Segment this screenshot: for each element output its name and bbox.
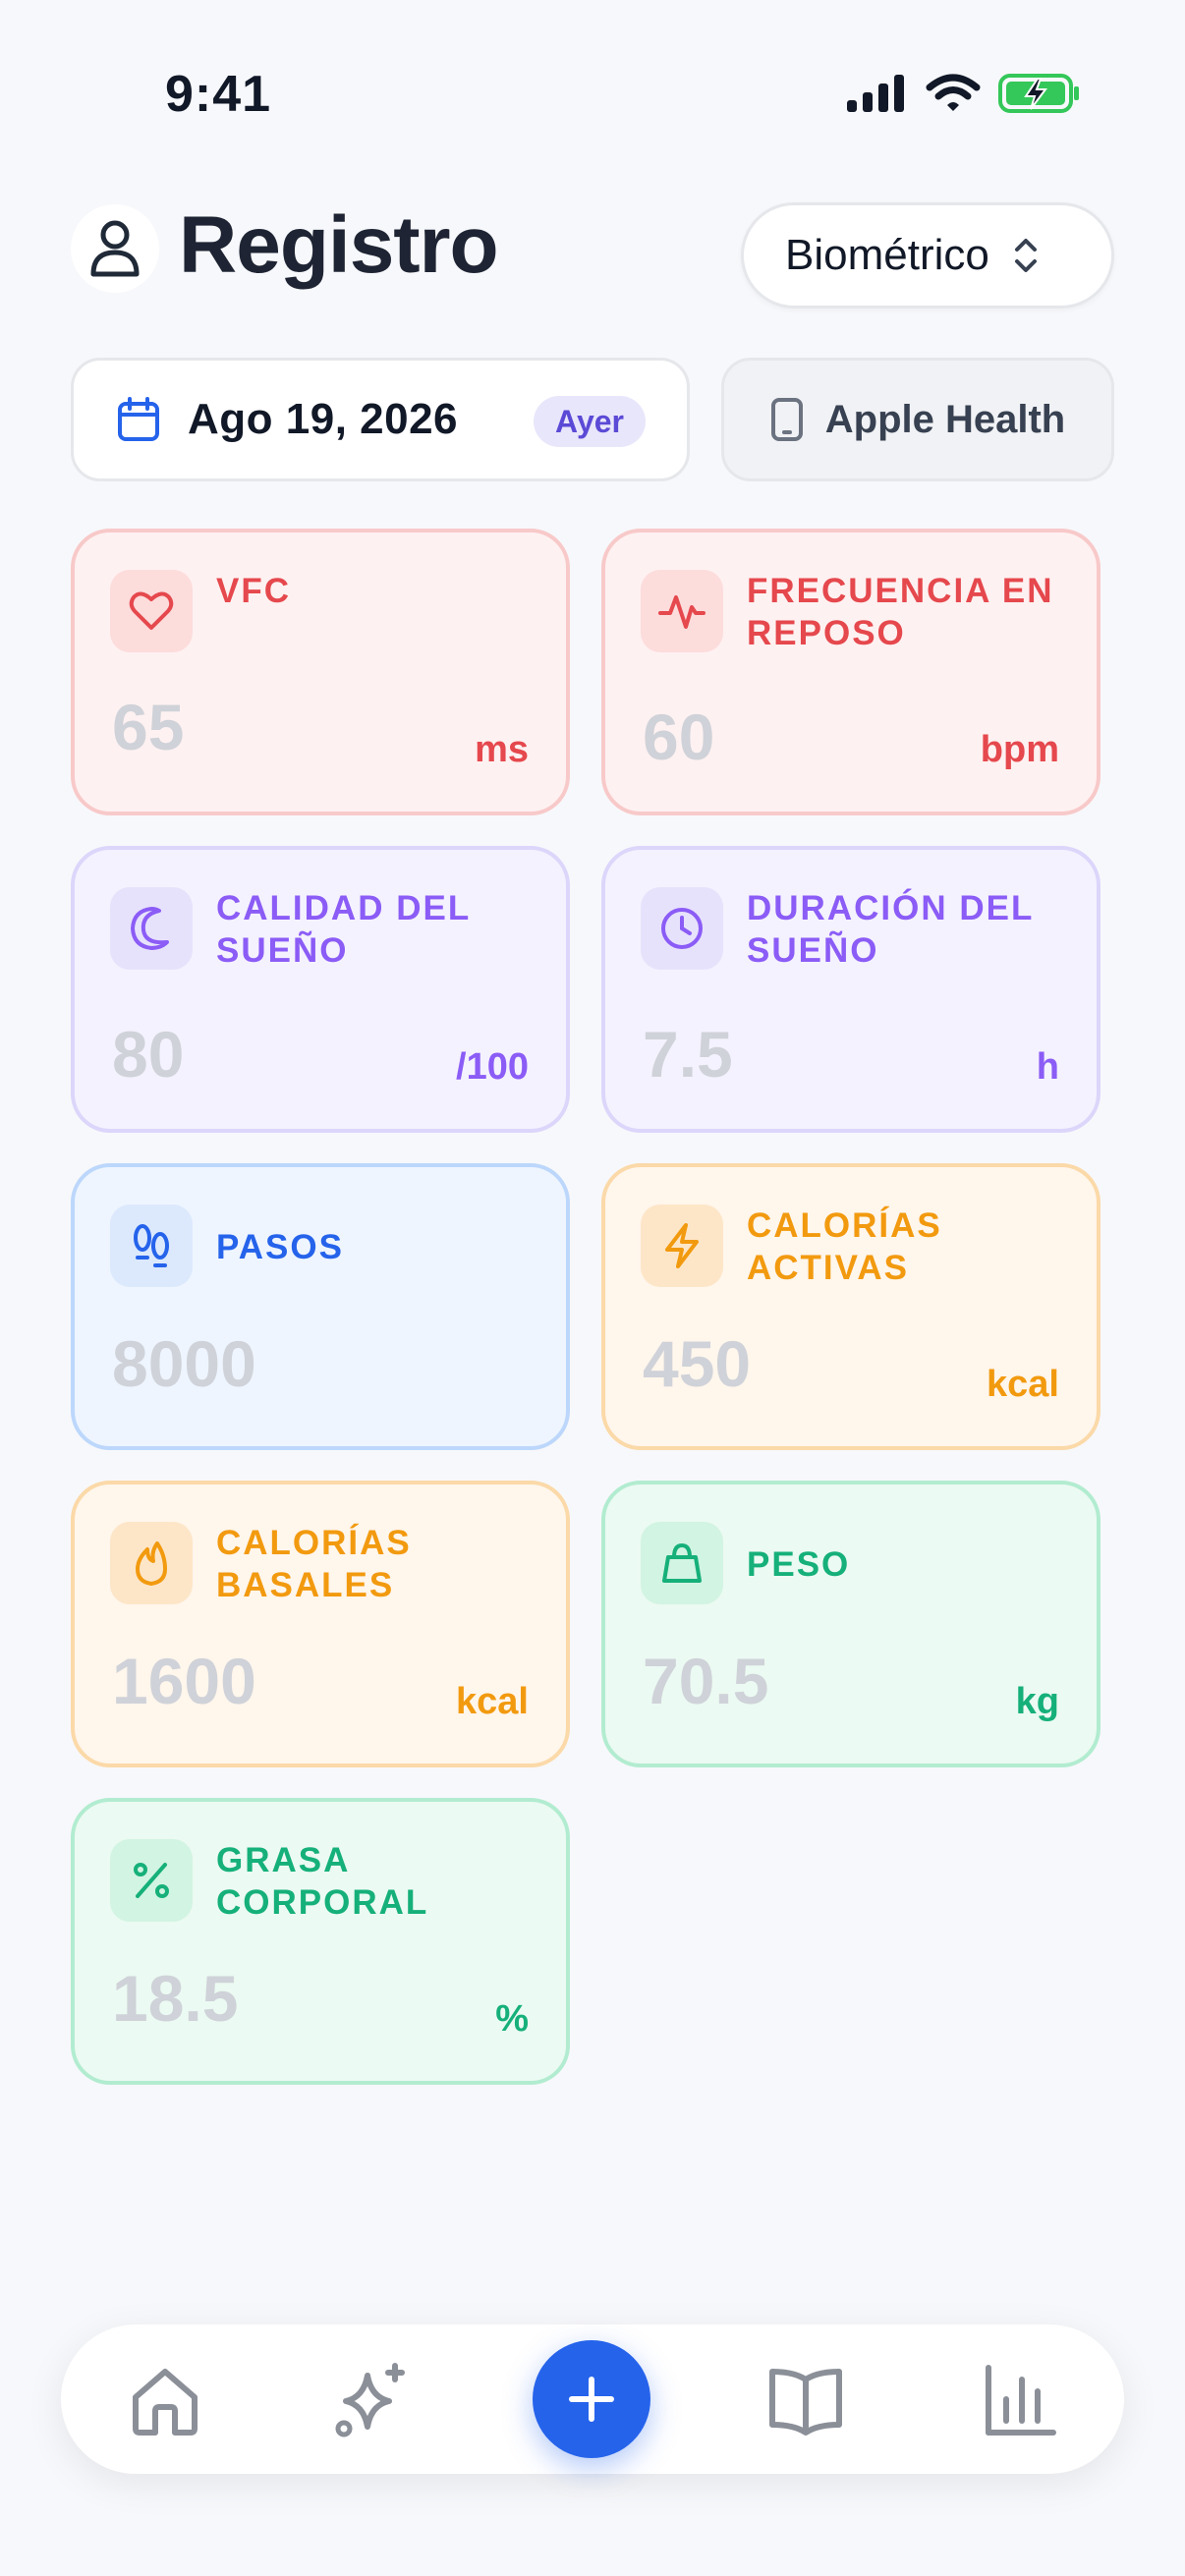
entry-type-label: Biométrico bbox=[785, 231, 989, 279]
metric-value: 8000 bbox=[112, 1327, 256, 1400]
metric-unit: kg bbox=[1015, 1681, 1059, 1722]
metric-value: 18.5 bbox=[112, 1962, 239, 2035]
status-bar: 9:41 bbox=[0, 0, 1185, 147]
header: Registro Biométrico bbox=[71, 196, 1114, 314]
footprints-icon bbox=[110, 1204, 193, 1287]
phone-icon bbox=[770, 398, 803, 441]
metric-value: 60 bbox=[643, 700, 715, 773]
heart-icon bbox=[110, 570, 193, 652]
wifi-icon bbox=[926, 74, 981, 111]
metric-card-sleep-duration[interactable]: DURACIÓN DEL SUEÑO 7.5 h bbox=[601, 846, 1100, 1133]
add-entry-button[interactable] bbox=[533, 2340, 650, 2458]
screen: 9:41 Registro Biométrico Ago 19, 2026 Ay… bbox=[0, 0, 1185, 2576]
metric-title: GRASA CORPORAL bbox=[216, 1841, 429, 1922]
book-icon bbox=[769, 2369, 842, 2436]
metric-title: CALORÍAS ACTIVAS bbox=[747, 1206, 942, 1287]
clock-icon bbox=[641, 887, 723, 970]
status-icons bbox=[847, 73, 1081, 114]
percent-icon bbox=[110, 1839, 193, 1922]
battery-icon bbox=[998, 74, 1079, 113]
metric-unit: ms bbox=[475, 729, 529, 770]
metric-card-resting-hr[interactable]: FRECUENCIA EN REPOSO 60 bpm bbox=[601, 529, 1100, 815]
moon-icon bbox=[110, 887, 193, 970]
data-source-button[interactable]: Apple Health bbox=[721, 358, 1114, 481]
date-picker[interactable]: Ago 19, 2026 Ayer bbox=[71, 358, 690, 481]
status-time: 9:41 bbox=[165, 66, 272, 123]
selected-date: Ago 19, 2026 bbox=[188, 395, 459, 443]
metric-title: DURACIÓN DEL SUEÑO bbox=[747, 889, 1034, 970]
metric-card-weight[interactable]: PESO 70.5 kg bbox=[601, 1481, 1100, 1767]
metric-value: 7.5 bbox=[643, 1018, 733, 1091]
user-icon bbox=[90, 220, 140, 277]
metric-title: CALORÍAS BASALES bbox=[216, 1524, 412, 1604]
nav-insights-button[interactable] bbox=[332, 2362, 411, 2440]
metric-card-basal-calories[interactable]: CALORÍAS BASALES 1600 kcal bbox=[71, 1481, 570, 1767]
metric-title: VFC bbox=[216, 572, 291, 610]
activity-pulse-icon bbox=[641, 570, 723, 652]
chevron-up-down-icon bbox=[1014, 239, 1037, 272]
nav-journal-button[interactable] bbox=[766, 2362, 845, 2440]
bottom-nav bbox=[61, 2324, 1124, 2474]
metric-value: 70.5 bbox=[643, 1645, 769, 1717]
plus-icon bbox=[569, 2377, 614, 2422]
home-icon bbox=[133, 2369, 198, 2436]
sparkles-icon bbox=[335, 2363, 405, 2437]
metric-value: 80 bbox=[112, 1018, 185, 1091]
metric-unit: h bbox=[1036, 1046, 1059, 1088]
metric-card-vfc[interactable]: VFC 65 ms bbox=[71, 529, 570, 815]
lightning-icon bbox=[641, 1204, 723, 1287]
metric-value: 1600 bbox=[112, 1645, 256, 1717]
metric-card-steps[interactable]: PASOS 8000 bbox=[71, 1163, 570, 1450]
nav-stats-button[interactable] bbox=[981, 2362, 1059, 2440]
metric-value: 65 bbox=[112, 691, 185, 763]
relative-date-badge: Ayer bbox=[534, 396, 646, 447]
metric-card-sleep-quality[interactable]: CALIDAD DEL SUEÑO 80 /100 bbox=[71, 846, 570, 1133]
metric-unit: /100 bbox=[456, 1046, 529, 1088]
metric-unit: bpm bbox=[980, 729, 1059, 770]
metric-card-active-calories[interactable]: CALORÍAS ACTIVAS 450 kcal bbox=[601, 1163, 1100, 1450]
profile-button[interactable] bbox=[71, 204, 159, 293]
metric-card-body-fat[interactable]: GRASA CORPORAL 18.5 % bbox=[71, 1798, 570, 2085]
metric-unit: % bbox=[495, 1998, 529, 2040]
data-source-label: Apple Health bbox=[824, 397, 1066, 441]
metric-unit: kcal bbox=[456, 1681, 529, 1722]
entry-type-selector[interactable]: Biométrico bbox=[741, 202, 1114, 308]
nav-home-button[interactable] bbox=[126, 2362, 204, 2440]
metric-title: CALIDAD DEL SUEÑO bbox=[216, 889, 471, 970]
flame-icon bbox=[110, 1522, 193, 1604]
metric-title: PASOS bbox=[216, 1228, 344, 1266]
page-title: Registro bbox=[179, 200, 499, 290]
bar-chart-icon bbox=[986, 2365, 1056, 2436]
metric-title: FRECUENCIA EN REPOSO bbox=[747, 572, 1054, 652]
weight-icon bbox=[641, 1522, 723, 1604]
metric-unit: kcal bbox=[987, 1364, 1059, 1405]
metric-value: 450 bbox=[643, 1327, 752, 1400]
metric-title: PESO bbox=[747, 1545, 851, 1584]
signal-icon bbox=[847, 75, 904, 112]
calendar-icon bbox=[118, 397, 159, 441]
